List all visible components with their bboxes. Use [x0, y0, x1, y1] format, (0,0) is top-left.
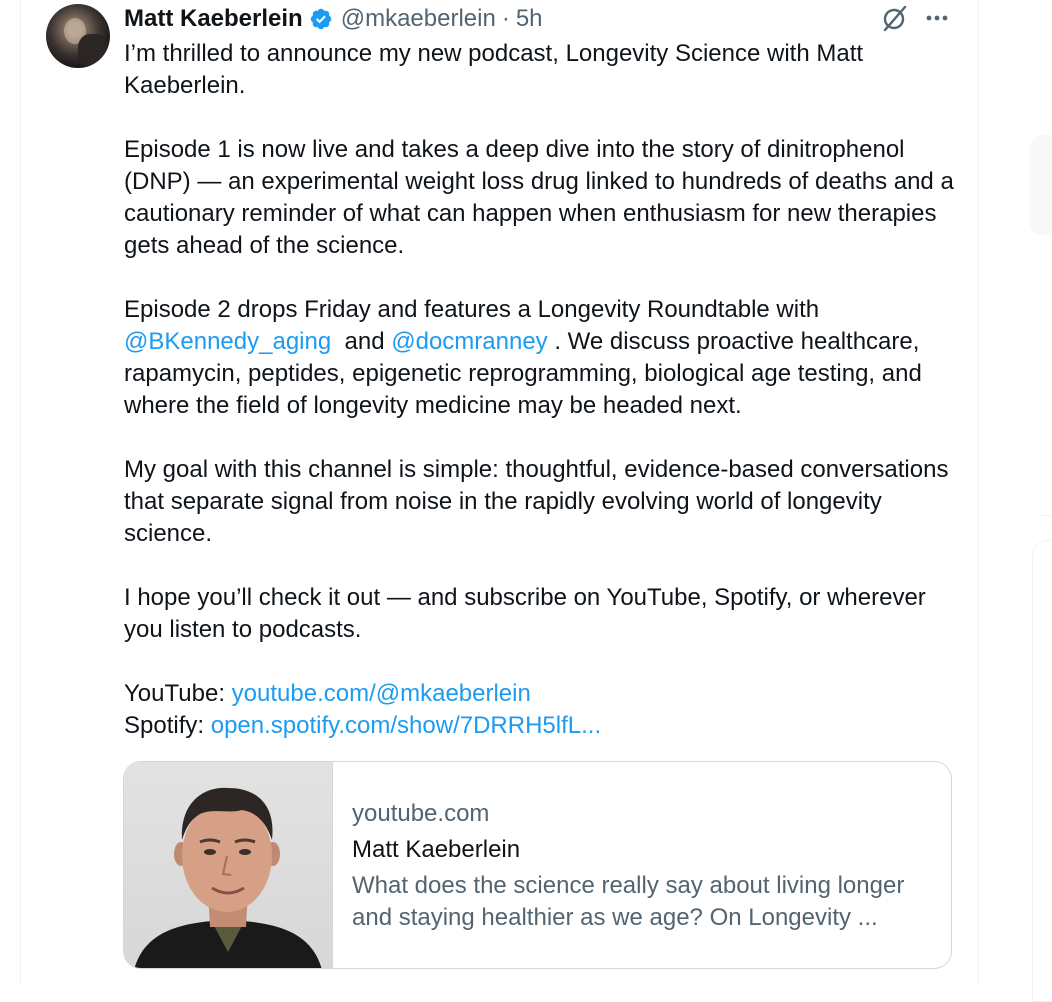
youtube-label: YouTube:: [124, 680, 232, 707]
timeline-border-right: [978, 0, 979, 986]
spotify-link[interactable]: open.spotify.com/show/7DRRH5lfL...: [211, 712, 601, 739]
post-timestamp[interactable]: 5h: [516, 5, 543, 33]
header-separator: ·: [501, 5, 510, 32]
post-text: I’m thrilled to announce my new podcast,…: [124, 38, 964, 742]
mention-bkennedy-aging[interactable]: @BKennedy_aging: [124, 328, 331, 355]
author-name[interactable]: Matt Kaeberlein: [124, 5, 303, 33]
card-title: Matt Kaeberlein: [352, 836, 521, 863]
youtube-link[interactable]: youtube.com/@mkaeberlein: [232, 680, 531, 707]
mention-docmranney[interactable]: @docmranney: [391, 328, 547, 355]
post-paragraph: Episode 1 is now live and takes a deep d…: [124, 136, 954, 259]
post-paragraph: My goal with this channel is simple: tho…: [124, 456, 949, 547]
post-paragraph: I hope you’ll check it out — and subscri…: [124, 584, 926, 643]
sidebar-panel-lower: [1032, 540, 1052, 1002]
card-thumbnail: [124, 762, 333, 968]
verified-badge-icon[interactable]: [309, 7, 333, 31]
text-segment: and: [331, 328, 392, 355]
sidebar-panel: [1030, 135, 1052, 235]
author-handle[interactable]: @mkaeberlein: [341, 5, 496, 33]
text-segment: Episode 2 drops Friday and features a Lo…: [124, 296, 820, 323]
spotify-label: Spotify:: [124, 712, 211, 739]
card-text: youtube.com Matt Kaeberlein What does th…: [352, 798, 932, 934]
spotify-line: Spotify: open.spotify.com/show/7DRRH5lfL…: [124, 710, 964, 742]
sidebar-divider: [1040, 515, 1052, 516]
avatar[interactable]: [46, 4, 110, 68]
post-paragraph: Episode 2 drops Friday and features a Lo…: [124, 294, 964, 422]
post-header: Matt Kaeberlein @mkaeberlein · 5h: [124, 3, 543, 35]
link-preview-card[interactable]: youtube.com Matt Kaeberlein What does th…: [123, 761, 952, 969]
card-domain: youtube.com: [352, 800, 490, 827]
post-paragraph: I’m thrilled to announce my new podcast,…: [124, 40, 864, 99]
timeline-border-left: [20, 0, 21, 986]
card-description: What does the science really say about l…: [352, 872, 905, 931]
youtube-line: YouTube: youtube.com/@mkaeberlein: [124, 678, 964, 710]
grok-icon[interactable]: [880, 4, 908, 32]
more-options-icon[interactable]: [922, 8, 952, 28]
